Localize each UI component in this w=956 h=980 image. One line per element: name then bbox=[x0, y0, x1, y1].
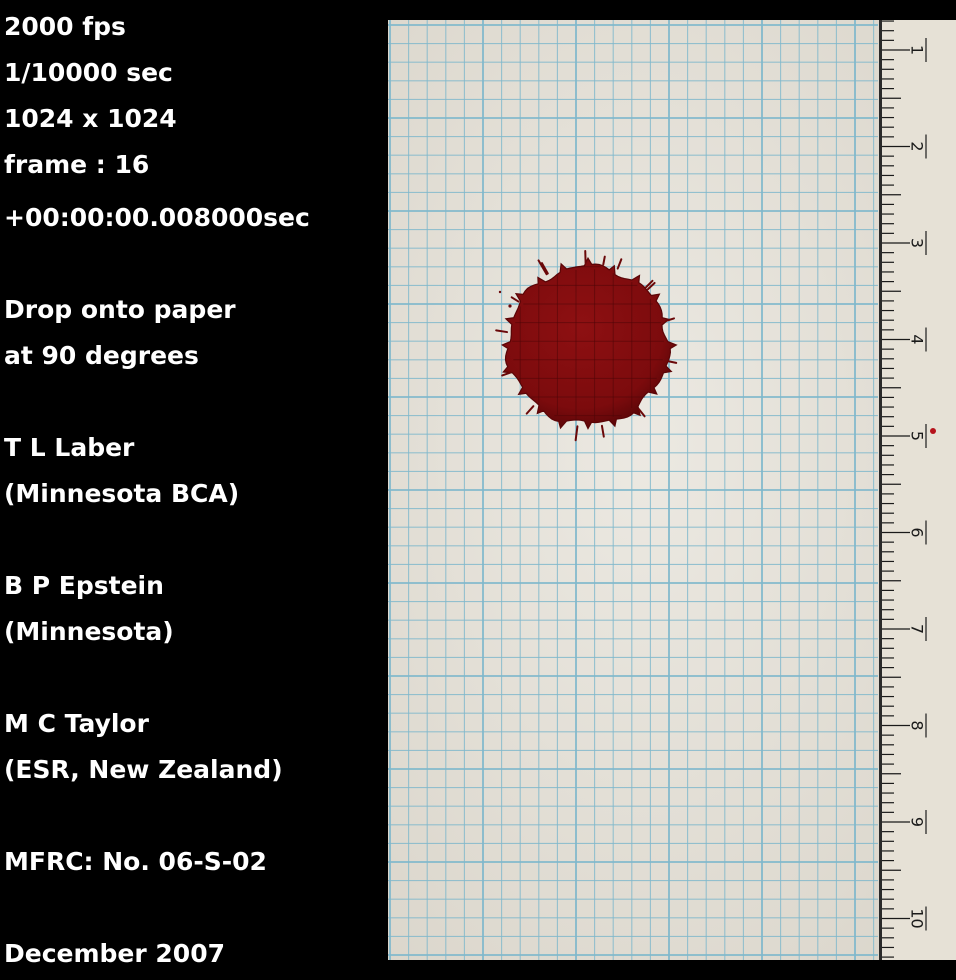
ruler-label: 4 bbox=[908, 334, 927, 344]
ruler-label: 5 bbox=[908, 431, 927, 441]
ruler-label: 6 bbox=[908, 527, 927, 537]
description-line-1: Drop onto paper bbox=[4, 295, 236, 324]
ruler-label: 7 bbox=[908, 624, 927, 634]
blood-speck bbox=[498, 290, 502, 294]
author-1-name: T L Laber bbox=[4, 433, 135, 462]
ruler-label: 10 bbox=[908, 908, 927, 928]
case-number-text: MFRC: No. 06-S-02 bbox=[4, 847, 267, 876]
shutter-speed-text: 1/10000 sec bbox=[4, 58, 173, 87]
author-2-affiliation: (Minnesota) bbox=[4, 617, 174, 646]
photo-canvas: 1 2 3 4 5 6 7 8 9 10 bbox=[388, 20, 956, 960]
blood-speck bbox=[508, 304, 512, 308]
author-2-name: B P Epstein bbox=[4, 571, 164, 600]
ruler-label: 1 bbox=[908, 45, 927, 55]
description-line-2: at 90 degrees bbox=[4, 341, 199, 370]
paper-photo: 1 2 3 4 5 6 7 8 9 10 bbox=[388, 20, 956, 960]
date-text: December 2007 bbox=[4, 939, 225, 968]
ruler-label: 8 bbox=[908, 720, 927, 730]
info-panel: 2000 fps 1/10000 sec 1024 x 1024 frame :… bbox=[0, 0, 388, 980]
ruler-edge bbox=[879, 20, 882, 960]
frame-number-text: frame : 16 bbox=[4, 150, 150, 179]
ruler-label: 3 bbox=[908, 238, 927, 248]
ruler-label: 2 bbox=[908, 141, 927, 151]
ruler: 1 2 3 4 5 6 7 8 9 10 bbox=[879, 20, 956, 960]
ruler-label: 9 bbox=[908, 817, 927, 827]
author-3-name: M C Taylor bbox=[4, 709, 149, 738]
author-3-affiliation: (ESR, New Zealand) bbox=[4, 755, 283, 784]
resolution-text: 1024 x 1024 bbox=[4, 104, 177, 133]
ruler-red-dot bbox=[930, 428, 936, 434]
timestamp-text: +00:00:00.008000sec bbox=[4, 203, 310, 232]
author-1-affiliation: (Minnesota BCA) bbox=[4, 479, 240, 508]
frame-rate-text: 2000 fps bbox=[4, 12, 126, 41]
